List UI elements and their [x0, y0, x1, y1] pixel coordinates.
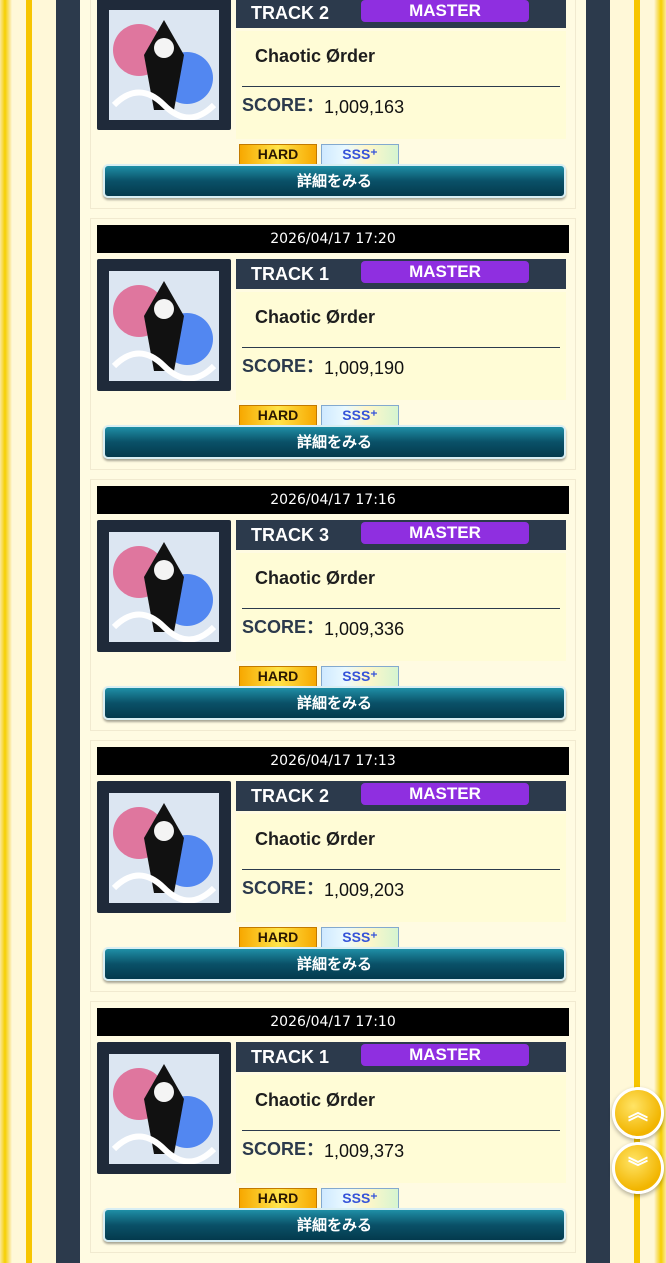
- track-header: TRACK 1 MASTER: [236, 1042, 566, 1072]
- detail-button[interactable]: 詳細をみる: [103, 164, 566, 198]
- detail-button[interactable]: 詳細をみる: [103, 947, 566, 981]
- song-info: Chaotic Ørder SCORE： 1,009,336: [236, 553, 566, 661]
- score-value: 1,009,336: [324, 619, 405, 639]
- track-number: TRACK 1: [251, 264, 330, 284]
- scroll-to-top-button[interactable]: ︽: [612, 1087, 664, 1139]
- song-jacket[interactable]: [97, 520, 231, 652]
- divider: [242, 869, 560, 870]
- song-title: Chaotic Ørder: [255, 1090, 376, 1110]
- clear-badge: HARD: [239, 1188, 317, 1209]
- song-info: Chaotic Ørder SCORE： 1,009,163: [236, 31, 566, 139]
- divider: [242, 347, 560, 348]
- song-jacket[interactable]: [97, 259, 231, 391]
- score-label: SCORE：: [242, 95, 325, 115]
- score-label: SCORE：: [242, 878, 325, 898]
- play-date: 2026/04/17 17:16: [97, 486, 569, 514]
- difficulty-badge: MASTER: [361, 783, 529, 805]
- track-number: TRACK 3: [251, 525, 330, 545]
- track-number: TRACK 2: [251, 786, 330, 806]
- scroll-to-bottom-button[interactable]: ︾: [612, 1142, 664, 1194]
- track-number: TRACK 2: [251, 3, 330, 23]
- score-value: 1,009,190: [324, 358, 405, 378]
- playlog-card: 2026/04/17 17:20 TRACK 1 MASTER Chaotic …: [91, 219, 575, 469]
- score-value: 1,009,203: [324, 880, 405, 900]
- clear-badge: HARD: [239, 144, 317, 165]
- track-header: TRACK 1 MASTER: [236, 259, 566, 289]
- playlog-card: TRACK 2 MASTER Chaotic Ørder SCORE： 1,00…: [91, 0, 575, 208]
- detail-button[interactable]: 詳細をみる: [103, 425, 566, 459]
- difficulty-badge: MASTER: [361, 522, 529, 544]
- song-jacket[interactable]: [97, 1042, 231, 1174]
- rank-badge: SSS⁺: [321, 666, 399, 687]
- track-number: TRACK 1: [251, 1047, 330, 1067]
- play-date: 2026/04/17 17:10: [97, 1008, 569, 1036]
- jacket-art-icon: [109, 271, 219, 381]
- clear-badge: HARD: [239, 666, 317, 687]
- divider: [242, 1130, 560, 1131]
- rank-badge: SSS⁺: [321, 405, 399, 426]
- play-date: 2026/04/17 17:13: [97, 747, 569, 775]
- track-header: TRACK 3 MASTER: [236, 520, 566, 550]
- song-title: Chaotic Ørder: [255, 568, 376, 588]
- score-label: SCORE：: [242, 1139, 325, 1159]
- double-chevron-up-icon: ︽: [628, 1100, 648, 1124]
- detail-button[interactable]: 詳細をみる: [103, 686, 566, 720]
- rank-badge: SSS⁺: [321, 144, 399, 165]
- play-date: 2026/04/17 17:20: [97, 225, 569, 253]
- song-title: Chaotic Ørder: [255, 46, 376, 66]
- difficulty-badge: MASTER: [361, 0, 529, 22]
- divider: [242, 86, 560, 87]
- jacket-art-icon: [109, 532, 219, 642]
- detail-button[interactable]: 詳細をみる: [103, 1208, 566, 1242]
- track-header: TRACK 2 MASTER: [236, 0, 566, 28]
- score-label: SCORE：: [242, 617, 325, 637]
- difficulty-badge: MASTER: [361, 1044, 529, 1066]
- jacket-art-icon: [109, 1054, 219, 1164]
- track-header: TRACK 2 MASTER: [236, 781, 566, 811]
- playlog-card: 2026/04/17 17:16 TRACK 3 MASTER Chaotic …: [91, 480, 575, 730]
- rank-badge: SSS⁺: [321, 927, 399, 948]
- jacket-art-icon: [109, 10, 219, 120]
- song-info: Chaotic Ørder SCORE： 1,009,373: [236, 1075, 566, 1183]
- song-jacket[interactable]: [97, 0, 231, 130]
- divider: [242, 608, 560, 609]
- score-value: 1,009,373: [324, 1141, 405, 1161]
- playlog-card: 2026/04/17 17:13 TRACK 2 MASTER Chaotic …: [91, 741, 575, 991]
- playlog-card: 2026/04/17 17:10 TRACK 1 MASTER Chaotic …: [91, 1002, 575, 1252]
- clear-badge: HARD: [239, 405, 317, 426]
- song-info: Chaotic Ørder SCORE： 1,009,203: [236, 814, 566, 922]
- song-title: Chaotic Ørder: [255, 829, 376, 849]
- jacket-art-icon: [109, 793, 219, 903]
- playlog-list: TRACK 2 MASTER Chaotic Ørder SCORE： 1,00…: [91, 0, 575, 1263]
- song-jacket[interactable]: [97, 781, 231, 913]
- rank-badge: SSS⁺: [321, 1188, 399, 1209]
- score-label: SCORE：: [242, 356, 325, 376]
- song-title: Chaotic Ørder: [255, 307, 376, 327]
- double-chevron-down-icon: ︾: [628, 1155, 648, 1179]
- clear-badge: HARD: [239, 927, 317, 948]
- song-info: Chaotic Ørder SCORE： 1,009,190: [236, 292, 566, 400]
- difficulty-badge: MASTER: [361, 261, 529, 283]
- score-value: 1,009,163: [324, 97, 405, 117]
